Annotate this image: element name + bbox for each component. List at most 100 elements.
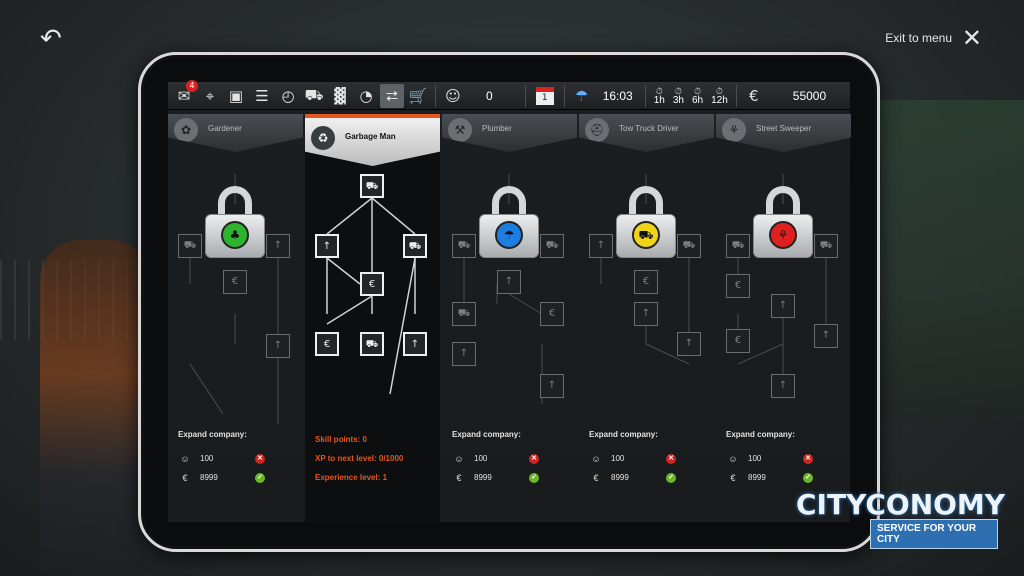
mail-badge: 4 [186, 79, 198, 92]
speed-1h-button[interactable]: ⏱ 1h [654, 86, 665, 106]
reputation-value: 0 [486, 88, 493, 103]
column-gardener[interactable]: ✿ Gardener ⛟ ↑ € ↑ ♣ Expand company: ☺ 10… [168, 114, 303, 522]
cost-money-row: €8999 ✓ [178, 468, 298, 487]
skill-node[interactable]: ⛟ [452, 302, 476, 326]
skill-node[interactable]: ↑ [266, 334, 290, 358]
column-title: Garbage Man [345, 132, 396, 141]
skill-tree-icon[interactable]: ⮂ [380, 83, 404, 108]
column-title: Gardener [208, 124, 242, 133]
toolbar-divider [435, 84, 436, 107]
requirement-fail-icon: ✕ [803, 453, 813, 464]
speed-12h-button[interactable]: ⏱ 12h [711, 86, 728, 106]
logo-subtitle: SERVICE FOR YOUR CITY [870, 519, 998, 549]
level-info: Skill points: 0 XP to next level: 0/1000… [315, 430, 435, 487]
xp-next-level-text: XP to next level: 0/1000 [315, 454, 404, 463]
euro-icon: € [593, 472, 599, 483]
euro-icon: € [456, 472, 462, 483]
back-arrow-icon[interactable]: ↶ [40, 26, 70, 52]
column-plumber[interactable]: ⚒ Plumber ⛟ ⛟ ↑ ⛟ € ↑ ↑ ☂ Expand company… [442, 114, 577, 522]
column-title: Plumber [482, 124, 512, 133]
skill-node-unlocked[interactable]: ⛟ [360, 174, 384, 198]
skill-node[interactable]: ↑ [540, 374, 564, 398]
skill-node[interactable]: € [726, 329, 750, 353]
skill-node[interactable]: € [360, 272, 384, 296]
tablet-screen: ✉ 4 ⌖ ▣ ☰ ◴ ⛟ ▓ ◔ ⮂ 🛒 ☺ 0 1 ☂ 16:03 ⏱ 1h ⏱… [168, 79, 851, 522]
expand-label: Expand company: [178, 430, 247, 439]
lock-icon: ☂ [479, 186, 539, 258]
tow-truck-driver-icon: ⛑ [585, 118, 609, 142]
skill-node[interactable]: ↑ [266, 234, 290, 258]
game-logo: CITYCONOMY SERVICE FOR YOUR CITY [796, 488, 1006, 560]
speed-6h-button[interactable]: ⏱ 6h [692, 86, 703, 106]
reputation-smiley-icon: ☺ [728, 453, 738, 464]
column-title: Tow Truck Driver [619, 124, 679, 133]
skill-node[interactable]: € [540, 302, 564, 326]
plumber-icon: ⚒ [448, 118, 472, 142]
schedule-icon[interactable]: ◴ [276, 84, 300, 108]
skill-node[interactable]: ↑ [634, 302, 658, 326]
column-header[interactable]: ♻ Garbage Man [305, 118, 440, 166]
stopwatch-icon: ⏱ [655, 85, 663, 96]
skill-node[interactable]: ↑ [497, 270, 521, 294]
active-indicator [305, 114, 440, 118]
shop-cart-icon[interactable]: 🛒 [406, 84, 430, 108]
skill-node[interactable]: ⛟ [452, 234, 476, 258]
skill-node[interactable]: ↑ [403, 332, 427, 356]
requirement-fail-icon: ✕ [529, 453, 539, 464]
skill-node[interactable]: ↑ [814, 324, 838, 348]
skill-node[interactable]: ⛟ [814, 234, 838, 258]
euro-icon: € [749, 86, 759, 105]
briefcase-icon[interactable]: ▣ [224, 84, 248, 108]
skill-node[interactable]: € [726, 274, 750, 298]
exit-to-menu-label[interactable]: Exit to menu [885, 31, 952, 45]
garbage-man-icon: ♻ [311, 126, 335, 150]
statistics-icon[interactable]: ◔ [354, 84, 378, 108]
street-sweeper-icon: ⚘ [722, 118, 746, 142]
column-street-sweeper[interactable]: ⚘ Street Sweeper ⛟ ⛟ € ↑ € ↑ ↑ ⚘ Expand … [716, 114, 851, 522]
column-header[interactable]: ✿ Gardener [168, 114, 303, 152]
skill-node[interactable]: ⛟ [540, 234, 564, 258]
skill-node[interactable]: ↑ [452, 342, 476, 366]
mail-icon[interactable]: ✉ 4 [172, 79, 198, 108]
skill-node[interactable]: ↑ [677, 332, 701, 356]
requirement-fail-icon: ✕ [255, 453, 265, 464]
skill-points-text: Skill points: 0 [315, 435, 368, 444]
reputation-smiley-icon: ☺ [454, 453, 464, 464]
column-header[interactable]: ⚒ Plumber [442, 114, 577, 152]
skill-node[interactable]: ⛟ [403, 234, 427, 258]
skill-node[interactable]: ⛟ [178, 234, 202, 258]
vehicles-icon[interactable]: ⛟ [302, 84, 326, 108]
column-garbage-man[interactable]: ♻ Garbage Man ⛟ ↑ ⛟ € € ⛟ ↑ Skill points… [305, 114, 440, 522]
column-header[interactable]: ⛑ Tow Truck Driver [579, 114, 714, 152]
skill-node[interactable]: ⛟ [677, 234, 701, 258]
job-columns: ✿ Gardener ⛟ ↑ € ↑ ♣ Expand company: ☺ 10… [168, 114, 851, 522]
reputation-smiley-icon: ☺ [591, 453, 601, 464]
skill-node[interactable]: € [634, 270, 658, 294]
requirement-ok-icon: ✓ [529, 472, 539, 483]
column-title: Street Sweeper [756, 124, 812, 133]
requirement-fail-icon: ✕ [666, 453, 676, 464]
column-header[interactable]: ⚘ Street Sweeper [716, 114, 851, 152]
column-tow-truck-driver[interactable]: ⛑ Tow Truck Driver ↑ ⛟ € ↑ ↑ ⛟ Expand co… [579, 114, 714, 522]
buildings-icon[interactable]: ▓ [328, 84, 352, 108]
close-icon[interactable]: ✕ [962, 26, 982, 50]
cost-money-row: €8999 ✓ [452, 468, 572, 487]
skill-node[interactable]: ↑ [315, 234, 339, 258]
tasks-icon[interactable]: ☰ [250, 84, 274, 108]
skill-node[interactable]: ↑ [771, 294, 795, 318]
skill-node[interactable]: € [223, 270, 247, 294]
lock-icon: ♣ [205, 186, 265, 258]
skill-node[interactable]: ⛟ [726, 234, 750, 258]
plumber-tap-icon: ☂ [495, 221, 523, 249]
skill-node[interactable]: ↑ [589, 234, 613, 258]
map-pin-icon[interactable]: ⌖ [198, 84, 222, 108]
skill-node[interactable]: ⛟ [360, 332, 384, 356]
skill-node[interactable]: € [315, 332, 339, 356]
stopwatch-icon: ⏱ [694, 85, 702, 96]
speed-3h-button[interactable]: ⏱ 3h [673, 86, 684, 106]
logo-main-text: CITYCONOMY [796, 488, 1006, 521]
cost-reputation-row: ☺ 100 ✕ [452, 449, 572, 468]
lock-icon: ⛟ [616, 186, 676, 258]
skill-node[interactable]: ↑ [771, 374, 795, 398]
gardener-tree-icon: ♣ [221, 221, 249, 249]
